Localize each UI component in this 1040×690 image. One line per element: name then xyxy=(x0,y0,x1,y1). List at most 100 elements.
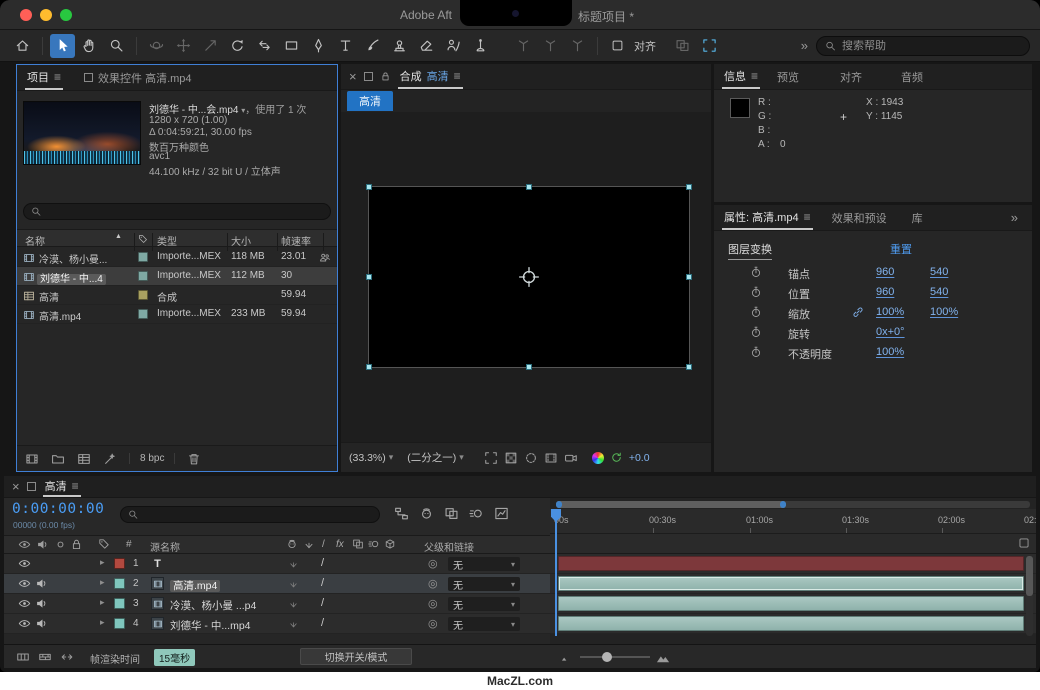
rotation-tool-button[interactable] xyxy=(225,34,250,58)
scrollbar-thumb[interactable] xyxy=(1026,556,1033,596)
resolution-dropdown[interactable]: (二分之一)▾ xyxy=(407,450,464,465)
project-row[interactable]: 冷漠、杨小曼... Importe...MEX 118 MB 23.01 xyxy=(17,248,337,267)
layer-bar[interactable] xyxy=(558,596,1024,611)
project-search-field[interactable] xyxy=(23,203,331,220)
pick-whip-icon[interactable]: ◎ xyxy=(428,577,438,590)
close-window-button[interactable] xyxy=(20,9,32,21)
parent-dropdown[interactable]: 无▾ xyxy=(448,557,520,571)
column-type[interactable]: 类型 xyxy=(157,233,177,248)
layer-name[interactable]: 冷漠、杨小曼 ...p4 xyxy=(170,598,256,613)
toggle-switches-modes-button[interactable]: 切换开关/模式 xyxy=(300,648,412,665)
property-value[interactable]: 540 xyxy=(930,286,948,298)
shape-path-visibility-button[interactable] xyxy=(697,34,722,58)
selection-handle[interactable] xyxy=(686,274,692,280)
collapse-switch[interactable] xyxy=(288,558,299,569)
expand-caret-icon[interactable]: ▸ xyxy=(100,597,105,608)
source-name-column-header[interactable]: 源名称 xyxy=(150,539,180,554)
transfer-controls-pane-toggle-icon[interactable] xyxy=(38,650,52,664)
audio-icon[interactable] xyxy=(35,577,48,590)
label-color-chip[interactable] xyxy=(138,252,148,262)
item-name[interactable]: 高清 xyxy=(39,289,59,304)
item-name[interactable]: 冷漠、杨小曼... xyxy=(39,251,107,266)
tab-info[interactable]: 信息≡ xyxy=(722,64,760,89)
timeline-search-input[interactable] xyxy=(143,507,372,522)
adjustment-wand-button[interactable] xyxy=(103,452,117,466)
expand-caret-icon[interactable]: ▸ xyxy=(100,577,105,588)
tab-align[interactable]: 对齐 xyxy=(838,64,864,89)
composition-frame[interactable] xyxy=(368,186,690,368)
interpret-footage-button[interactable] xyxy=(25,452,39,466)
tab-preview[interactable]: 预览 xyxy=(775,64,801,89)
collapse-switch[interactable] xyxy=(288,618,299,629)
quality-switch[interactable]: / xyxy=(321,597,324,609)
mask-visibility-button[interactable] xyxy=(670,34,695,58)
roto-brush-tool-button[interactable] xyxy=(441,34,466,58)
pen-tool-button[interactable] xyxy=(306,34,331,58)
help-search-field[interactable] xyxy=(816,36,1030,56)
region-of-interest-button[interactable] xyxy=(484,451,498,465)
layer-switches-pane-toggle-icon[interactable] xyxy=(16,650,30,664)
quality-switch[interactable]: / xyxy=(321,577,324,589)
property-value[interactable]: 960 xyxy=(876,286,894,298)
tab-effects-presets[interactable]: 效果和预设 xyxy=(830,205,889,230)
timeline-zoom-slider-handle[interactable] xyxy=(602,652,612,662)
expand-caret-icon[interactable]: ▸ xyxy=(100,557,105,568)
property-value[interactable]: 100% xyxy=(876,306,904,318)
zoom-in-mountain-icon[interactable] xyxy=(656,650,671,665)
motion-blur-icon[interactable] xyxy=(469,506,484,521)
close-panel-icon[interactable]: × xyxy=(349,69,357,84)
selection-handle[interactable] xyxy=(366,364,372,370)
column-size[interactable]: 大小 xyxy=(231,233,251,248)
timeline-zoom-slider-track[interactable] xyxy=(580,656,650,658)
parent-link-column-header[interactable]: 父级和链接 xyxy=(424,539,474,554)
hand-tool-button[interactable] xyxy=(77,34,102,58)
footage-preview-thumbnail[interactable] xyxy=(23,101,141,165)
help-search-input[interactable] xyxy=(842,40,1021,52)
layer-label-chip[interactable] xyxy=(114,578,125,589)
selection-handle[interactable] xyxy=(366,184,372,190)
project-row[interactable]: 高清.mp4 Importe...MEX 233 MB 59.94 xyxy=(17,305,337,324)
composition-viewer[interactable] xyxy=(341,112,711,442)
navigator-view-region[interactable] xyxy=(556,501,786,508)
panel-overflow-button[interactable]: » xyxy=(1005,210,1024,225)
new-composition-button[interactable] xyxy=(77,452,91,466)
tab-library[interactable]: 库 xyxy=(910,205,925,230)
column-fps[interactable]: 帧速率 xyxy=(281,233,311,248)
panel-lock-icon[interactable] xyxy=(380,71,391,82)
link-icon[interactable] xyxy=(852,306,864,318)
brush-tool-button[interactable] xyxy=(360,34,385,58)
panel-menu-icon[interactable]: ≡ xyxy=(751,69,758,83)
pan-behind-tool-button[interactable] xyxy=(252,34,277,58)
parent-dropdown[interactable]: 无▾ xyxy=(448,577,520,591)
eraser-tool-button[interactable] xyxy=(414,34,439,58)
layer-row-selected[interactable]: ▸ 2 高清.mp4 / ◎ 无▾ xyxy=(4,574,550,594)
zoom-out-mountain-icon[interactable] xyxy=(560,652,572,664)
item-name[interactable]: 刘德华 - 中...4 xyxy=(37,274,106,285)
pick-whip-icon[interactable]: ◎ xyxy=(428,597,438,610)
close-panel-icon[interactable]: × xyxy=(12,479,20,494)
world-axis-mode-button[interactable] xyxy=(538,34,563,58)
panel-menu-icon[interactable]: ≡ xyxy=(804,210,811,224)
selection-handle[interactable] xyxy=(526,184,532,190)
timeline-vertical-scrollbar[interactable] xyxy=(1026,556,1033,636)
section-title[interactable]: 图层变换 xyxy=(728,241,772,260)
view-axis-mode-button[interactable] xyxy=(565,34,590,58)
tab-composition[interactable]: 合成高清≡ xyxy=(398,64,463,89)
zoom-tool-button[interactable] xyxy=(104,34,129,58)
pick-whip-icon[interactable]: ◎ xyxy=(428,557,438,570)
selection-tool-button[interactable] xyxy=(50,34,75,58)
tab-timeline-comp[interactable]: 高清≡ xyxy=(43,476,81,497)
audio-icon[interactable] xyxy=(35,597,48,610)
pan-camera-tool-button[interactable] xyxy=(171,34,196,58)
delete-item-button[interactable] xyxy=(187,452,201,466)
new-folder-button[interactable] xyxy=(51,452,65,466)
parent-dropdown[interactable]: 无▾ xyxy=(448,597,520,611)
navigator-handle[interactable] xyxy=(556,501,562,508)
toolbar-overflow-button[interactable]: » xyxy=(795,38,814,53)
tab-effect-controls[interactable]: 效果控件 高清.mp4 xyxy=(82,65,194,90)
eye-icon[interactable] xyxy=(18,557,31,570)
panel-menu-icon[interactable]: ≡ xyxy=(72,479,79,493)
stopwatch-icon[interactable] xyxy=(750,306,762,318)
eye-icon[interactable] xyxy=(18,617,31,630)
project-row[interactable]: 高清 合成 59.94 xyxy=(17,286,337,305)
